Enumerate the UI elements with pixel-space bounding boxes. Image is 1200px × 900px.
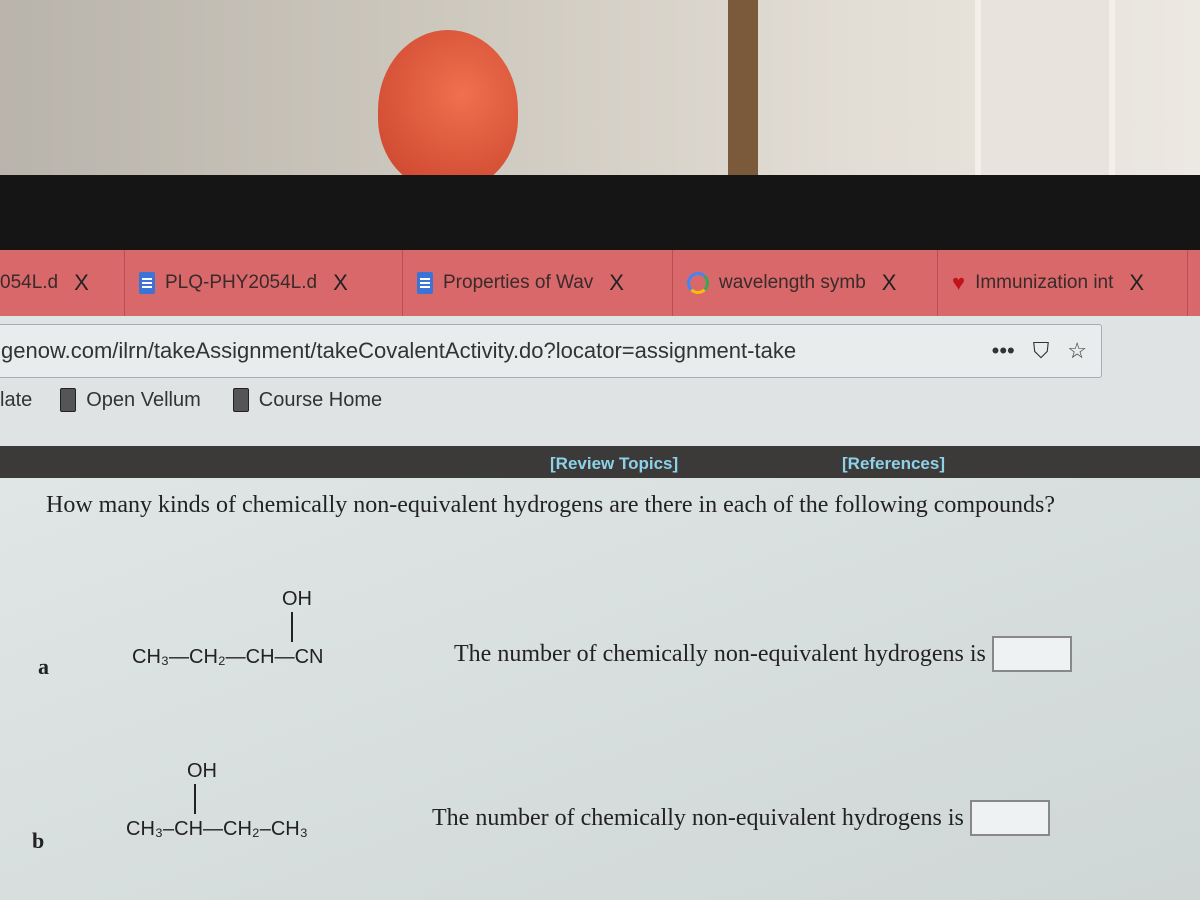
pocket-icon[interactable]: ⛉ <box>1033 338 1050 364</box>
bookmark[interactable]: Course Home <box>232 388 383 412</box>
answer-input[interactable] <box>969 800 1050 836</box>
close-icon[interactable]: X <box>1129 270 1144 296</box>
bookmarks-bar: late Open Vellum Course Home <box>0 388 382 412</box>
answer-row: The number of chemically non-equivalent … <box>454 636 1072 672</box>
bookmark-label: late <box>0 388 33 411</box>
tab-label: wavelength symb <box>719 272 866 293</box>
bookmark-icon <box>60 388 77 412</box>
answer-input[interactable] <box>991 636 1072 672</box>
assignment-content: How many kinds of chemically non-equival… <box>0 478 1200 900</box>
answer-prompt: The number of chemically non-equivalent … <box>432 804 964 831</box>
tab[interactable]: wavelength symb X <box>673 250 938 316</box>
close-icon[interactable]: X <box>74 270 89 296</box>
url-text[interactable]: genow.com/ilrn/takeAssignment/takeCovale… <box>1 338 796 364</box>
star-icon[interactable]: ☆ <box>1067 338 1087 364</box>
doc-icon <box>139 272 155 294</box>
bookmark-icon <box>232 388 249 412</box>
answer-prompt: The number of chemically non-equivalent … <box>454 640 986 667</box>
close-icon[interactable]: X <box>882 270 897 296</box>
answer-row: The number of chemically non-equivalent … <box>432 800 1050 836</box>
substituent: OH <box>282 588 312 610</box>
item-label: b <box>32 828 45 853</box>
close-icon[interactable]: X <box>333 270 348 296</box>
ladder-decoration <box>975 0 1115 195</box>
tab[interactable]: PLQ-PHY2054L.d X <box>125 250 403 316</box>
heart-icon: ♥ <box>952 270 966 295</box>
bookmark-label: Open Vellum <box>86 388 201 411</box>
tab-label: Properties of Wav <box>443 272 594 293</box>
bookmark[interactable]: Open Vellum <box>60 388 201 412</box>
chemical-formula: CH₃–CH—CH₂–CH₃ <box>126 818 308 840</box>
tab-label: Immunization int <box>975 272 1114 293</box>
bookmark-label: Course Home <box>258 388 383 411</box>
monitor-bezel <box>0 175 1200 253</box>
tab[interactable]: ♥ Immunization int X <box>938 250 1188 316</box>
address-bar[interactable]: genow.com/ilrn/takeAssignment/takeCovale… <box>0 324 1102 378</box>
bond-line <box>194 784 196 814</box>
question-text: How many kinds of chemically non-equival… <box>46 492 1056 518</box>
tab-label: PLQ-PHY2054L.d <box>165 272 318 293</box>
tab[interactable]: 054L.d X <box>0 250 125 316</box>
tab[interactable]: Properties of Wav X <box>403 250 673 316</box>
balloon-decoration <box>378 30 518 190</box>
google-icon <box>687 272 709 294</box>
wooden-post <box>728 0 758 190</box>
tab-label: 054L.d <box>0 272 59 293</box>
close-icon[interactable]: X <box>609 270 624 296</box>
tab-bar: 054L.d X PLQ-PHY2054L.d X Properties of … <box>0 250 1200 316</box>
review-topics-link[interactable]: [Review Topics] <box>550 454 678 474</box>
bond-line <box>291 612 293 642</box>
bookmark[interactable]: late <box>0 389 32 412</box>
doc-icon <box>417 272 433 294</box>
item-label: a <box>38 654 49 679</box>
navigation-bar: genow.com/ilrn/takeAssignment/takeCovale… <box>0 316 1200 446</box>
substituent: OH <box>187 760 217 782</box>
chemical-formula: CH₃—CH₂—CH—CN <box>132 646 324 668</box>
review-bar: [Review Topics] [References] <box>0 446 1200 478</box>
more-icon[interactable]: ••• <box>992 338 1015 364</box>
references-link[interactable]: [References] <box>842 454 945 474</box>
